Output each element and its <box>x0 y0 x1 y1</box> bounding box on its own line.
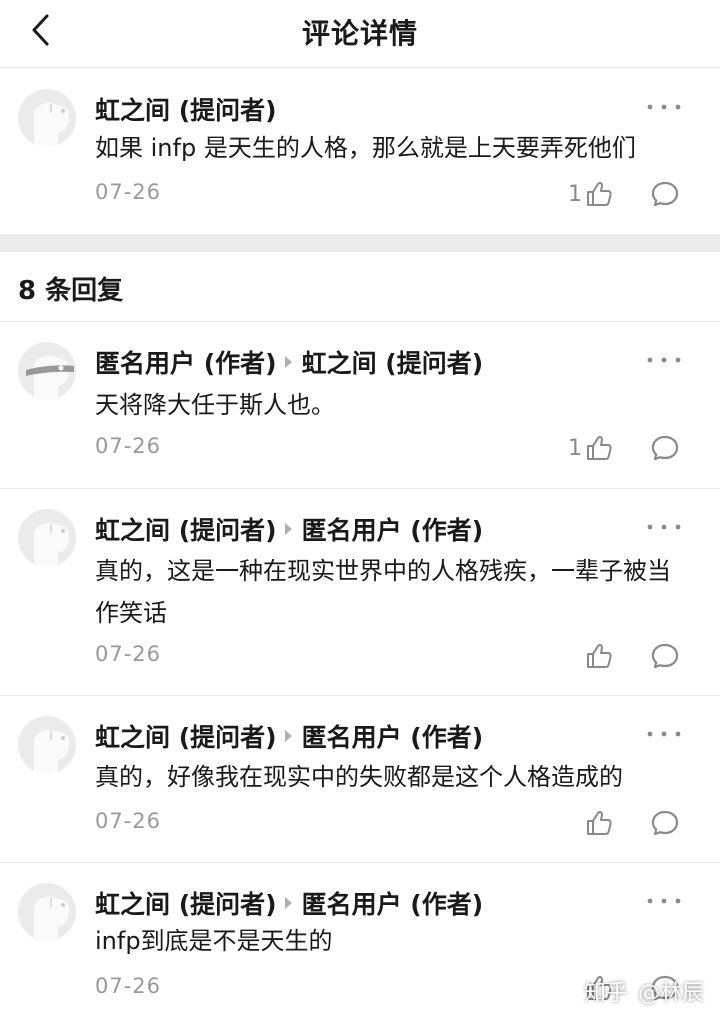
watermark-user: @林辰 <box>637 981 704 1006</box>
like-count: 1 <box>568 181 582 207</box>
author-name: 虹之间 (提问者) <box>95 516 277 545</box>
thumb-up-icon <box>587 810 612 835</box>
default-avatar-icon <box>34 522 70 567</box>
thumb-up-icon <box>587 435 612 460</box>
thumb-up-icon <box>587 181 612 206</box>
navigation-bar: 评论详情 <box>0 0 720 68</box>
reply-author-line[interactable]: 虹之间 (提问者) 匿名用户 (作者) <box>95 718 483 754</box>
comment-bubble-icon[interactable] <box>650 808 680 838</box>
reply-author-line[interactable]: 虹之间 (提问者) 匿名用户 (作者) <box>95 511 483 547</box>
reply-date: 07-26 <box>95 809 162 833</box>
reply-arrow-icon <box>284 730 292 742</box>
avatar[interactable] <box>18 342 76 400</box>
reply-arrow-icon <box>284 523 292 535</box>
reply-arrow-icon <box>284 356 292 368</box>
thumb-up-icon <box>587 643 612 668</box>
replies-count-header: 8 条回复 <box>18 276 124 306</box>
reply-text: 真的，这是一种在现实世界中的人格残疾，一辈子被当作笑话 <box>95 557 671 627</box>
watermark-site: 知乎 <box>583 981 628 1006</box>
more-dots-icon[interactable] <box>646 728 682 740</box>
reply-to-name: 匿名用户 (作者) <box>301 890 484 919</box>
more-dots-icon[interactable] <box>646 354 682 366</box>
default-avatar-icon <box>34 896 70 941</box>
default-avatar-icon <box>34 102 70 147</box>
comment-bubble-icon[interactable] <box>650 179 680 209</box>
like-button[interactable] <box>584 641 614 671</box>
author-name: 虹之间 (提问者) <box>95 723 277 752</box>
comment-bubble-icon[interactable] <box>650 641 680 671</box>
reply-item: 匿名用户 (作者) 虹之间 (提问者) 天将降大任于斯人也。 07-26 1 <box>0 322 720 487</box>
reply-author-line[interactable]: 虹之间 (提问者) 匿名用户 (作者) <box>95 885 483 921</box>
reply-to-name: 匿名用户 (作者) <box>301 723 484 752</box>
like-button[interactable]: 1 <box>568 433 614 463</box>
reply-arrow-icon <box>284 897 292 909</box>
more-dots-icon[interactable] <box>646 101 682 113</box>
watermark: 知乎 @林辰 <box>584 975 704 1007</box>
root-comment: 虹之间 (提问者) 如果 infp 是天生的人格，那么就是上天要弄死他们 07-… <box>0 69 720 234</box>
default-avatar-icon <box>34 729 70 774</box>
reply-text: infp到底是不是天生的 <box>95 927 333 955</box>
comment-text: 如果 infp 是天生的人格，那么就是上天要弄死他们 <box>95 134 636 162</box>
reply-text: 天将降大任于斯人也。 <box>95 391 335 419</box>
reply-item: 虹之间 (提问者) 匿名用户 (作者) 真的，这是一种在现实世界中的人格残疾，一… <box>0 489 720 694</box>
more-dots-icon[interactable] <box>646 895 682 907</box>
like-count: 1 <box>568 435 582 461</box>
comment-author[interactable]: 虹之间 (提问者) <box>95 91 277 127</box>
reply-text: 真的，好像我在现实中的失败都是这个人格造成的 <box>95 763 623 791</box>
like-button[interactable] <box>584 808 614 838</box>
page-title: 评论详情 <box>301 17 418 50</box>
avatar[interactable] <box>18 509 76 567</box>
reply-to-name: 匿名用户 (作者) <box>301 516 484 545</box>
comment-date: 07-26 <box>95 180 162 204</box>
reply-author-line[interactable]: 匿名用户 (作者) 虹之间 (提问者) <box>95 344 483 380</box>
anonymous-avatar-icon <box>26 355 74 400</box>
more-dots-icon[interactable] <box>646 521 682 533</box>
avatar[interactable] <box>18 883 76 941</box>
section-gap <box>0 234 720 252</box>
author-name: 匿名用户 (作者) <box>95 349 277 378</box>
like-button[interactable]: 1 <box>568 179 614 209</box>
avatar[interactable] <box>18 89 76 147</box>
reply-date: 07-26 <box>95 642 162 666</box>
reply-to-name: 虹之间 (提问者) <box>301 349 484 378</box>
author-name: 虹之间 (提问者) <box>95 890 277 919</box>
avatar[interactable] <box>18 716 76 774</box>
reply-date: 07-26 <box>95 434 162 458</box>
reply-date: 07-26 <box>95 974 162 998</box>
comment-bubble-icon[interactable] <box>650 433 680 463</box>
author-name: 虹之间 (提问者) <box>95 96 277 125</box>
reply-item: 虹之间 (提问者) 匿名用户 (作者) 真的，好像我在现实中的失败都是这个人格造… <box>0 696 720 861</box>
